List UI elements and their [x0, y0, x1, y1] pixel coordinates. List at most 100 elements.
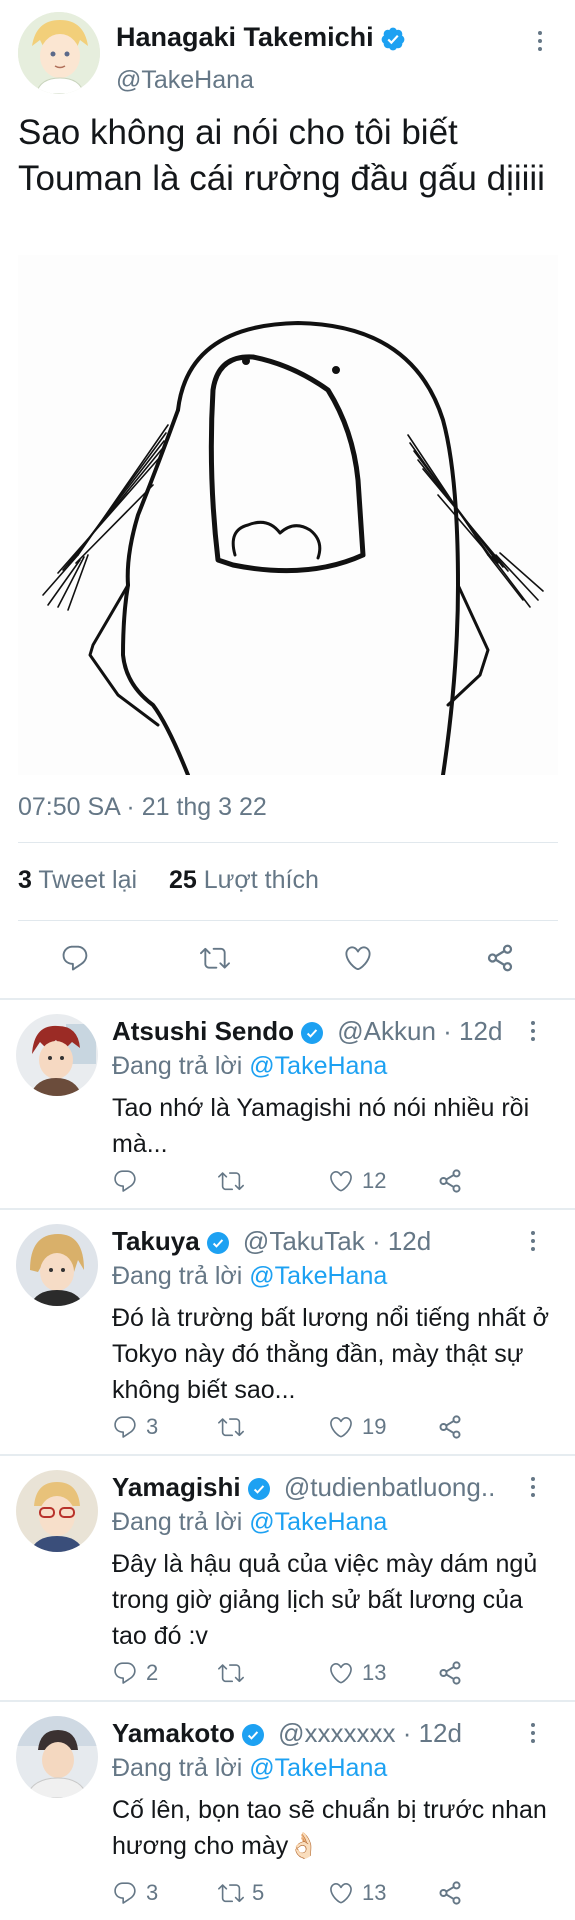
- replying-to: Đang trả lời @TakeHana: [112, 1508, 387, 1537]
- likes-stat[interactable]: 25 Lượt thích: [169, 866, 319, 894]
- replying-to-link[interactable]: @TakeHana: [249, 1052, 387, 1080]
- share-icon: [487, 944, 513, 972]
- share-button[interactable]: [437, 1168, 463, 1194]
- reply-text: Đó là trường bất lương nổi tiếng nhất ở …: [112, 1304, 550, 1404]
- reply-time: · 12d: [371, 1226, 432, 1256]
- reply-author-name[interactable]: Yamagishi @tudienbatluong..: [112, 1472, 495, 1503]
- reply-avatar[interactable]: [16, 1470, 98, 1552]
- reply-button[interactable]: 3: [112, 1880, 158, 1906]
- verified-badge-icon: [206, 1232, 229, 1255]
- replying-prefix: Đang trả lời: [112, 1262, 243, 1290]
- reply-handle: @tudienbatluong..: [283, 1472, 496, 1502]
- retweet-button[interactable]: [218, 1168, 252, 1194]
- reply-handle: @TakuTak: [242, 1226, 365, 1256]
- reply-author-name[interactable]: Atsushi Sendo @Akkun · 12d: [112, 1016, 502, 1047]
- more-options-icon[interactable]: [523, 1228, 543, 1254]
- retweet-button[interactable]: [218, 1414, 252, 1440]
- likes-count: 25: [168, 866, 197, 894]
- replying-prefix: Đang trả lời: [112, 1508, 243, 1536]
- reply-count: 2: [146, 1660, 159, 1685]
- like-button[interactable]: 19: [328, 1414, 386, 1440]
- retweet-icon: [218, 1884, 244, 1903]
- retweet-icon: [218, 1418, 244, 1437]
- share-button[interactable]: [485, 943, 515, 973]
- author-name[interactable]: Hanagaki Takemichi: [116, 22, 406, 53]
- share-button[interactable]: [437, 1880, 463, 1906]
- reply-author-name[interactable]: Yamakoto @xxxxxxx · 12d: [112, 1718, 462, 1749]
- like-icon: [330, 1416, 352, 1438]
- reply-count: 3: [146, 1880, 159, 1905]
- author-name-text: Hanagaki Takemichi: [116, 22, 374, 52]
- like-button[interactable]: 13: [328, 1880, 386, 1906]
- retweet-icon: [218, 1664, 244, 1683]
- replying-to-link[interactable]: @TakeHana: [249, 1262, 387, 1290]
- reply-button[interactable]: [112, 1168, 146, 1194]
- more-options-icon[interactable]: [530, 28, 550, 54]
- replying-to: Đang trả lời @TakeHana: [112, 1754, 387, 1783]
- author-avatar[interactable]: [18, 12, 100, 94]
- retweets-stat[interactable]: 3 Tweet lại: [18, 866, 137, 894]
- more-options-icon[interactable]: [523, 1720, 543, 1746]
- share-button[interactable]: [437, 1660, 463, 1686]
- like-button[interactable]: 13: [328, 1660, 386, 1686]
- reply-handle: @Akkun: [337, 1016, 436, 1046]
- share-icon: [439, 1169, 461, 1193]
- reply-button[interactable]: [60, 943, 90, 973]
- divider: [18, 920, 558, 921]
- divider: [18, 842, 558, 843]
- reply-time: · 12d: [402, 1718, 462, 1748]
- retweet-button[interactable]: [218, 1660, 252, 1686]
- retweet-button[interactable]: [200, 943, 230, 973]
- share-icon: [439, 1881, 461, 1905]
- reply-text: Cố lên, bọn tao sẽ chuẩn bị trước nhan h…: [112, 1796, 547, 1860]
- like-button[interactable]: 12: [328, 1168, 386, 1194]
- retweet-count: 5: [252, 1880, 265, 1905]
- share-icon: [439, 1661, 461, 1685]
- reply-icon: [114, 1416, 136, 1438]
- reply-avatar[interactable]: [16, 1716, 98, 1798]
- replying-to-link[interactable]: @TakeHana: [249, 1754, 387, 1782]
- reply-text: Đây là hậu quả của việc mày dám ngủ tron…: [112, 1550, 538, 1650]
- reply-avatar[interactable]: [16, 1224, 98, 1306]
- like-icon: [330, 1662, 352, 1684]
- replying-prefix: Đang trả lời: [112, 1052, 243, 1080]
- more-options-icon[interactable]: [523, 1018, 543, 1044]
- tweet-timestamp[interactable]: 07:50 SA · 21 thg 3 22: [18, 793, 267, 822]
- retweets-count: 3: [18, 866, 32, 894]
- reply-name-text: Takuya: [112, 1226, 200, 1256]
- like-button[interactable]: [343, 943, 373, 973]
- reply-tweet[interactable]: Takuya @TakuTak · 12d Đang trả lời @Take…: [0, 1210, 575, 1454]
- replying-to: Đang trả lời @TakeHana: [112, 1262, 387, 1291]
- reply-tweet[interactable]: Atsushi Sendo @Akkun · 12d Đang trả lời …: [0, 1000, 575, 1208]
- verified-badge-icon: [381, 27, 404, 51]
- retweet-icon: [200, 947, 230, 969]
- verified-badge-icon: [241, 1724, 264, 1747]
- replying-to-link[interactable]: @TakeHana: [249, 1508, 387, 1536]
- reply-button[interactable]: 3: [112, 1414, 158, 1440]
- reply-handle: @xxxxxxx: [278, 1718, 396, 1748]
- reply-avatar[interactable]: [16, 1014, 98, 1096]
- share-button[interactable]: [437, 1414, 463, 1440]
- reply-name-text: Yamakoto: [112, 1718, 235, 1748]
- share-icon: [439, 1415, 461, 1439]
- reply-name-text: Atsushi Sendo: [112, 1016, 295, 1046]
- reply-name-text: Yamagishi: [112, 1472, 241, 1502]
- like-icon: [330, 1882, 352, 1904]
- reply-author-name[interactable]: Takuya @TakuTak · 12d: [112, 1226, 431, 1257]
- retweet-button[interactable]: 5: [218, 1880, 264, 1906]
- tweet-image[interactable]: [18, 255, 558, 777]
- like-icon: [345, 946, 371, 971]
- like-count: 13: [362, 1660, 387, 1685]
- more-options-icon[interactable]: [523, 1474, 543, 1500]
- tweet-text: Sao không ai nói cho tôi biết Touman là …: [18, 113, 545, 198]
- like-icon: [330, 1170, 352, 1192]
- replying-prefix: Đang trả lời: [112, 1754, 243, 1782]
- reply-tweet[interactable]: Yamakoto @xxxxxxx · 12d Đang trả lời @Ta…: [0, 1702, 575, 1920]
- verified-badge-icon: [247, 1478, 270, 1501]
- reply-time: · 12d: [443, 1016, 503, 1046]
- reply-tweet[interactable]: Yamagishi @tudienbatluong.. Đang trả lời…: [0, 1456, 575, 1700]
- reply-count: 3: [146, 1414, 159, 1439]
- reply-button[interactable]: 2: [112, 1660, 158, 1686]
- author-handle[interactable]: @TakeHana: [116, 66, 254, 95]
- like-count: 19: [362, 1414, 387, 1439]
